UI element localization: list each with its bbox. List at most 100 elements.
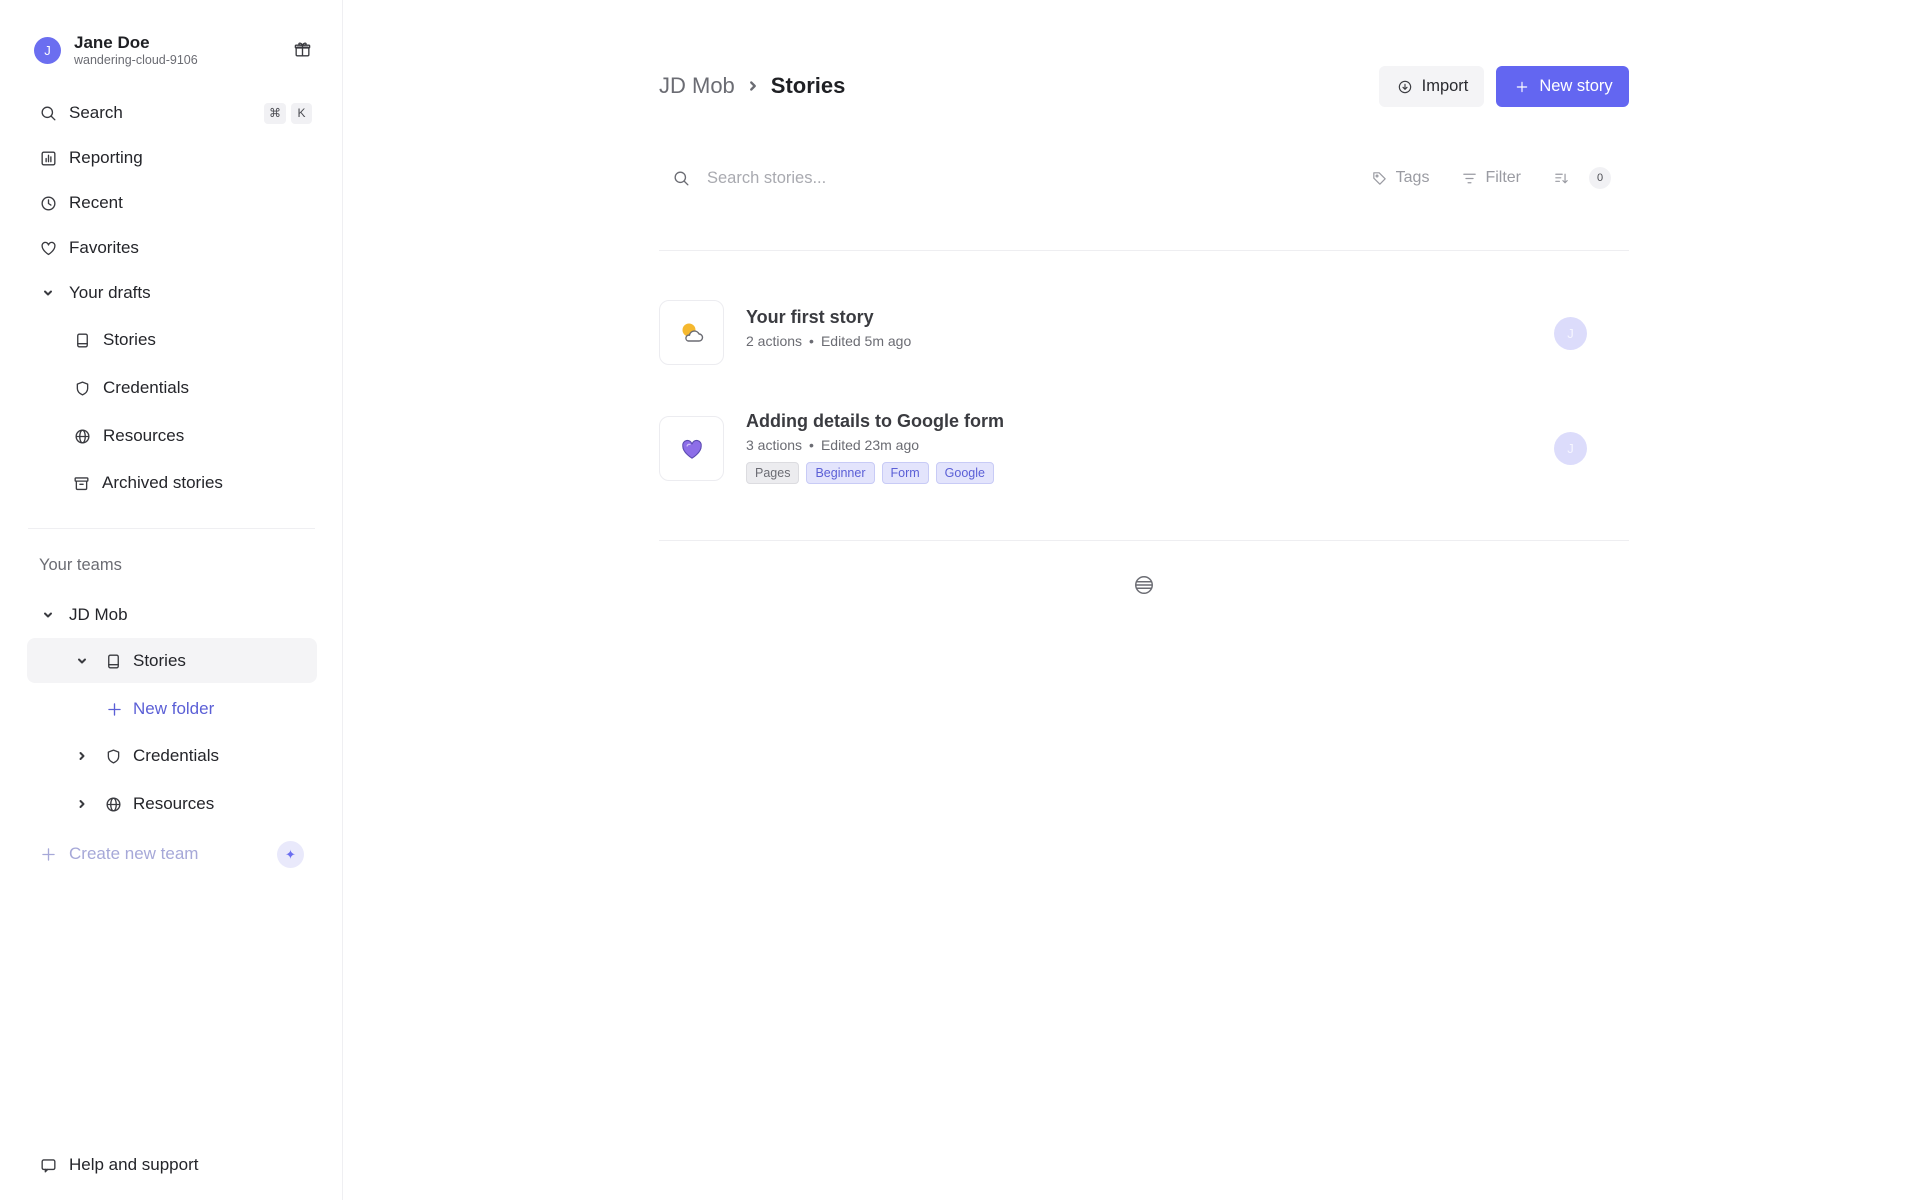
story-title[interactable]: Your first story: [746, 307, 874, 328]
sun-cloud-icon: [659, 300, 724, 365]
chevron-right-icon[interactable]: [75, 797, 89, 811]
sidebar-item-team-jd-mob[interactable]: JD Mob: [41, 595, 128, 635]
search-icon: [671, 168, 691, 188]
breadcrumb: JD Mob Stories: [659, 73, 845, 99]
sidebar-item-label: Reporting: [69, 148, 143, 167]
teams-section-label: Your teams: [39, 556, 122, 574]
book-icon: [103, 651, 123, 671]
user-avatar: J: [34, 36, 61, 64]
tag-pages[interactable]: Pages: [746, 462, 800, 484]
sort-button[interactable]: [1539, 168, 1571, 188]
sidebar: J Jane Doe wandering-cloud-9106 Search ⌘…: [0, 0, 343, 1200]
new-story-button[interactable]: New story: [1496, 66, 1629, 107]
sidebar-item-recent[interactable]: Recent: [38, 183, 123, 223]
import-button[interactable]: Import: [1379, 66, 1484, 107]
story-owner-avatar: J: [1554, 317, 1587, 350]
sidebar-item-label: Stories: [133, 651, 186, 670]
user-profile[interactable]: J Jane Doe wandering-cloud-9106: [34, 30, 312, 70]
sidebar-item-label: Stories: [103, 330, 156, 349]
sidebar-item-label: Search: [69, 103, 123, 122]
sidebar-item-team-stories[interactable]: Stories: [75, 641, 186, 681]
plus-icon: [104, 699, 124, 719]
sidebar-item-reporting[interactable]: Reporting: [38, 138, 143, 178]
sidebar-item-label: Credentials: [133, 746, 219, 765]
main-content: JD Mob Stories Import New story Tags Fil…: [343, 0, 1920, 1200]
story-tags: Pages Beginner Form Google: [746, 462, 994, 484]
sidebar-item-team-credentials[interactable]: Credentials: [75, 736, 219, 776]
workspace-name: wandering-cloud-9106: [74, 52, 198, 67]
tag-beginner[interactable]: Beginner: [806, 462, 875, 484]
create-team-label: Create new team: [69, 844, 199, 863]
sidebar-item-label: JD Mob: [69, 605, 128, 624]
user-name: Jane Doe: [74, 32, 150, 52]
heart-icon: [38, 238, 58, 258]
chevron-down-icon[interactable]: [41, 286, 55, 300]
clock-icon: [38, 193, 58, 213]
sidebar-item-draft-resources[interactable]: Resources: [72, 416, 184, 456]
story-actions-count: 2 actions: [746, 333, 803, 349]
chevron-down-icon[interactable]: [75, 654, 89, 668]
sidebar-item-label: Credentials: [103, 378, 189, 397]
plus-icon: [38, 844, 58, 864]
story-row[interactable]: Adding details to Google form 3 actions …: [659, 411, 1629, 496]
search-stories-input[interactable]: [707, 168, 1327, 188]
story-search-bar: Tags Filter 0: [659, 158, 1629, 198]
stack-loader-icon: [1133, 574, 1155, 596]
results-count-badge: 0: [1589, 167, 1611, 189]
chevron-down-icon[interactable]: [41, 608, 55, 622]
tag-form[interactable]: Form: [881, 462, 929, 484]
breadcrumb-team[interactable]: JD Mob: [659, 73, 735, 99]
new-folder-button[interactable]: New folder: [104, 689, 214, 729]
gift-icon[interactable]: [292, 39, 312, 59]
heart-icon: [659, 416, 724, 481]
story-row[interactable]: Your first story 2 actions • Edited 5m a…: [659, 300, 1629, 370]
story-actions-count: 3 actions: [746, 437, 803, 453]
sidebar-item-archived-stories[interactable]: Archived stories: [71, 463, 223, 503]
shield-icon: [103, 746, 123, 766]
create-new-team-button[interactable]: Create new team: [38, 834, 198, 874]
tag-google[interactable]: Google: [935, 462, 994, 484]
archive-icon: [71, 473, 91, 493]
help-and-support-button[interactable]: Help and support: [38, 1147, 198, 1183]
search-icon: [38, 103, 58, 123]
chevron-right-icon[interactable]: [75, 749, 89, 763]
story-meta: 2 actions • Edited 5m ago: [746, 333, 911, 349]
help-label: Help and support: [69, 1155, 199, 1174]
meta-separator: •: [809, 333, 814, 349]
filter-icon: [1459, 168, 1479, 188]
sidebar-item-search[interactable]: Search ⌘ K: [38, 93, 312, 133]
shortcut-key-k: K: [291, 102, 312, 124]
story-owner-avatar: J: [1554, 432, 1587, 465]
sidebar-item-label: Recent: [69, 193, 123, 212]
sidebar-item-label: Resources: [133, 794, 215, 813]
list-divider-bottom: [659, 540, 1629, 541]
sidebar-item-your-drafts[interactable]: Your drafts: [41, 273, 151, 313]
globe-icon: [103, 794, 123, 814]
story-edited-time: Edited 23m ago: [820, 437, 920, 453]
bar-chart-icon: [38, 148, 58, 168]
sidebar-divider: [28, 528, 315, 529]
tags-button[interactable]: Tags: [1358, 168, 1430, 188]
shortcut-key-cmd: ⌘: [264, 102, 286, 124]
search-shortcut: ⌘ K: [264, 102, 312, 124]
sidebar-item-team-resources[interactable]: Resources: [75, 784, 214, 824]
user-info: Jane Doe wandering-cloud-9106: [74, 33, 312, 68]
new-story-label: New story: [1539, 77, 1613, 95]
story-title[interactable]: Adding details to Google form: [746, 411, 1004, 432]
sidebar-item-label: Archived stories: [102, 473, 223, 492]
list-divider-top: [659, 250, 1629, 251]
filter-button[interactable]: Filter: [1447, 168, 1521, 188]
sort-icon: [1551, 168, 1571, 188]
tags-label: Tags: [1395, 169, 1430, 186]
globe-icon: [72, 426, 92, 446]
new-folder-label: New folder: [133, 699, 215, 718]
page-title: Stories: [770, 73, 846, 98]
sidebar-item-draft-credentials[interactable]: Credentials: [72, 368, 189, 408]
book-icon: [72, 330, 92, 350]
sidebar-item-favorites[interactable]: Favorites: [38, 228, 139, 268]
sparkle-icon[interactable]: ✦: [277, 841, 304, 868]
sidebar-item-label: Favorites: [69, 238, 139, 257]
download-icon: [1395, 77, 1415, 97]
sidebar-item-draft-stories[interactable]: Stories: [72, 320, 156, 360]
plus-icon: [1512, 77, 1532, 97]
